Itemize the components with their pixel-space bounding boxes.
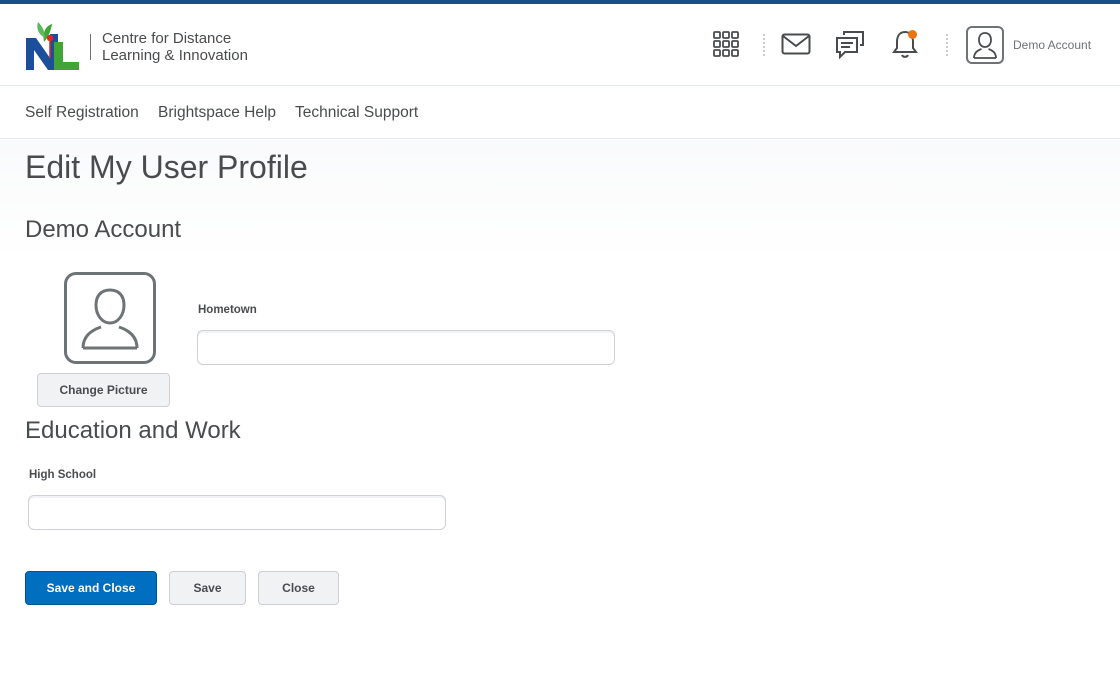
nav-self-registration[interactable]: Self Registration [25, 104, 139, 122]
page-title: Edit My User Profile [25, 149, 308, 185]
header-separator [763, 34, 765, 56]
account-name: Demo Account [1013, 38, 1092, 52]
change-picture-button[interactable]: Change Picture [37, 373, 170, 407]
profile-picture [64, 272, 156, 364]
save-and-close-button[interactable]: Save and Close [25, 571, 157, 605]
org-name-line1: Centre for Distance [102, 30, 232, 47]
apps-grid-icon[interactable] [710, 28, 742, 60]
high-school-input[interactable] [28, 495, 446, 530]
bell-icon[interactable] [889, 28, 921, 60]
save-button[interactable]: Save [169, 571, 246, 605]
close-button[interactable]: Close [258, 571, 339, 605]
nav-brightspace-help[interactable]: Brightspace Help [158, 104, 276, 122]
mail-icon[interactable] [780, 28, 812, 60]
site-header: Centre for Distance Learning & Innovatio… [0, 4, 1120, 86]
hometown-label: Hometown [198, 304, 257, 316]
logo-divider [90, 34, 91, 60]
org-name-line2: Learning & Innovation [102, 47, 248, 64]
section-title-user: Demo Account [25, 216, 182, 243]
chat-icon[interactable] [834, 28, 866, 60]
user-avatar-icon [966, 26, 1004, 64]
notification-dot [908, 30, 917, 39]
main-content: Edit My User Profile Demo Account Change… [0, 140, 1120, 700]
main-nav: Self Registration Brightspace Help Techn… [0, 87, 1120, 139]
account-menu[interactable]: Demo Account [966, 26, 1091, 64]
high-school-label: High School [29, 469, 97, 481]
nav-technical-support[interactable]: Technical Support [295, 104, 418, 122]
header-separator [946, 34, 948, 56]
section-title-education: Education and Work [25, 417, 241, 444]
nl-logo[interactable] [24, 16, 82, 74]
hometown-input[interactable] [197, 330, 615, 365]
org-name[interactable]: Centre for Distance Learning & Innovatio… [102, 30, 248, 64]
